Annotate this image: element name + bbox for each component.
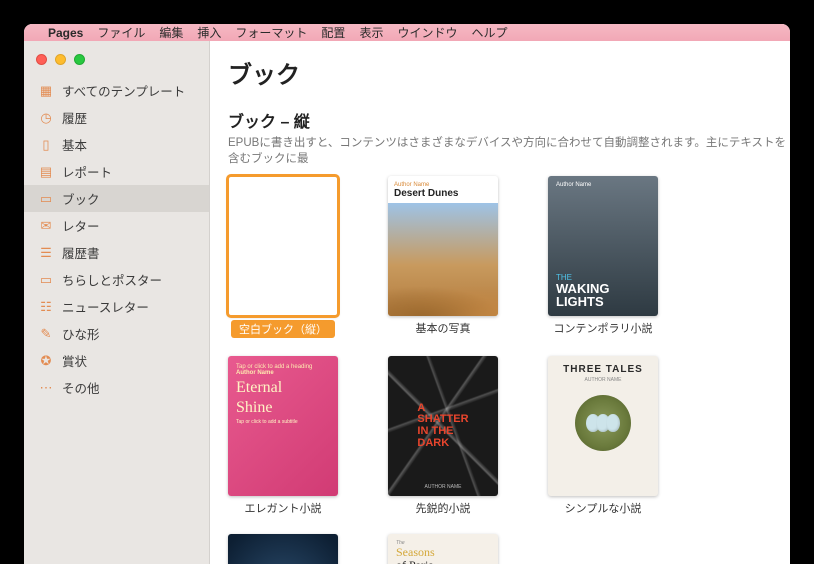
sidebar: ▦ すべてのテンプレート ◷ 履歴 ▯ 基本 ▤ レポート ▭ ブック ✉ レター ☰ 履歴書 ▭ ちらしとポ… [24,41,210,564]
device-frame: Pages ファイル 編集 挿入 フォーマット 配置 表示 ウインドウ ヘルプ … [0,0,814,564]
template-label: 先鋭的小説 [416,500,471,516]
minimize-window-button[interactable] [55,54,66,65]
sidebar-item-8[interactable]: ☷ ニュースレター [24,293,209,320]
menubar: Pages ファイル 編集 挿入 フォーマット 配置 表示 ウインドウ ヘルプ [24,24,790,41]
sidebar-item-label: レポート [62,162,112,181]
sidebar-item-label: 賞状 [62,351,87,370]
screen: Pages ファイル 編集 挿入 フォーマット 配置 表示 ウインドウ ヘルプ … [24,24,790,564]
template-cover: Author NameTHEWAKINGLIGHTS [548,176,658,316]
sidebar-item-label: 基本 [62,135,87,154]
menu-edit[interactable]: 編集 [159,24,183,41]
sidebar-item-2[interactable]: ▯ 基本 [24,131,209,158]
stationery-icon: ✎ [38,326,54,342]
sidebar-item-label: ニュースレター [62,297,149,316]
sidebar-item-3[interactable]: ▤ レポート [24,158,209,185]
sidebar-item-label: ブック [62,189,100,208]
clock-icon: ◷ [38,110,54,126]
flyer-icon: ▭ [38,272,54,288]
sidebar-item-5[interactable]: ✉ レター [24,212,209,239]
sidebar-item-4[interactable]: ▭ ブック [24,185,209,212]
template-label: 基本の写真 [416,320,471,336]
close-window-button[interactable] [36,54,47,65]
menu-window[interactable]: ウインドウ [397,24,457,41]
sidebar-item-10[interactable]: ✪ 賞状 [24,347,209,374]
template-item[interactable]: Author NameDesert Dunes 基本の写真 [388,176,498,338]
page-title: ブック [228,55,790,90]
template-label: エレガント小説 [245,500,322,516]
template-item[interactable]: ASHATTERIN THEDARKAUTHOR NAME 先鋭的小説 [388,356,498,516]
sidebar-item-label: その他 [62,378,100,397]
sidebar-item-label: 履歴書 [62,243,100,262]
certificate-icon: ✪ [38,353,54,369]
template-cover: TheSeasonsof ParisAuthor Name [388,534,498,564]
envelope-icon: ✉ [38,218,54,234]
template-cover: ASHATTERIN THEDARKAUTHOR NAME [388,356,498,496]
section-description: EPUBに書き出すと、コンテンツはさまざまなデバイスや方向に合わせて自動調整され… [228,134,790,166]
menu-format[interactable]: フォーマット [235,24,307,41]
book-icon: ▭ [38,191,54,207]
template-item[interactable]: A NovelSTORIESOF THENIGHT SKYAUTHOR NAME… [228,534,338,564]
template-chooser-window: ▦ すべてのテンプレート ◷ 履歴 ▯ 基本 ▤ レポート ▭ ブック ✉ レター ☰ 履歴書 ▭ ちらしとポ… [24,41,790,564]
sidebar-item-label: 履歴 [62,108,87,127]
menu-help[interactable]: ヘルプ [471,24,507,41]
sidebar-item-6[interactable]: ☰ 履歴書 [24,239,209,266]
template-cover: Author NameDesert Dunes [388,176,498,316]
resume-icon: ☰ [38,245,54,261]
template-cover: A NovelSTORIESOF THENIGHT SKYAUTHOR NAME [228,534,338,564]
menu-file[interactable]: ファイル [97,24,145,41]
main-content: ブック ブック – 縦 EPUBに書き出すと、コンテンツはさまざまなデバイスや方… [210,41,790,564]
sidebar-item-11[interactable]: ⋯ その他 [24,374,209,401]
template-cover: THREE TALESAUTHOR NAME [548,356,658,496]
sidebar-item-label: ひな形 [62,324,100,343]
sidebar-item-7[interactable]: ▭ ちらしとポスター [24,266,209,293]
template-cover: Tap or click to add a headingAuthor Name… [228,356,338,496]
sidebar-item-label: すべてのテンプレート [62,81,185,100]
template-item[interactable]: TheSeasonsof ParisAuthor Name伝統的な小説 [388,534,498,564]
menu-arrange[interactable]: 配置 [321,24,345,41]
sidebar-item-label: ちらしとポスター [62,270,162,289]
template-item[interactable]: 空白ブック（縦） [228,176,338,338]
doc-icon: ▯ [38,137,54,153]
template-cover [228,176,338,316]
template-item[interactable]: Author NameTHEWAKINGLIGHTS コンテンポラリ小説 [548,176,658,338]
grid-icon: ▦ [38,83,54,99]
section-title: ブック – 縦 [228,108,790,132]
template-item[interactable]: THREE TALESAUTHOR NAME シンプルな小説 [548,356,658,516]
sidebar-item-0[interactable]: ▦ すべてのテンプレート [24,77,209,104]
menu-insert[interactable]: 挿入 [197,24,221,41]
window-controls [36,54,85,65]
template-grid: 空白ブック（縦）Author NameDesert Dunes基本の写真Auth… [228,176,790,564]
other-icon: ⋯ [38,380,54,396]
sidebar-item-1[interactable]: ◷ 履歴 [24,104,209,131]
sidebar-item-label: レター [62,216,100,235]
template-item[interactable]: Tap or click to add a headingAuthor Name… [228,356,338,516]
menu-view[interactable]: 表示 [359,24,383,41]
app-name-menu[interactable]: Pages [48,26,83,40]
template-label: シンプルな小説 [565,500,642,516]
sidebar-item-9[interactable]: ✎ ひな形 [24,320,209,347]
template-label: 空白ブック（縦） [231,320,335,338]
fullscreen-window-button[interactable] [74,54,85,65]
template-label: コンテンポラリ小説 [554,320,653,336]
newsletter-icon: ☷ [38,299,54,315]
report-icon: ▤ [38,164,54,180]
